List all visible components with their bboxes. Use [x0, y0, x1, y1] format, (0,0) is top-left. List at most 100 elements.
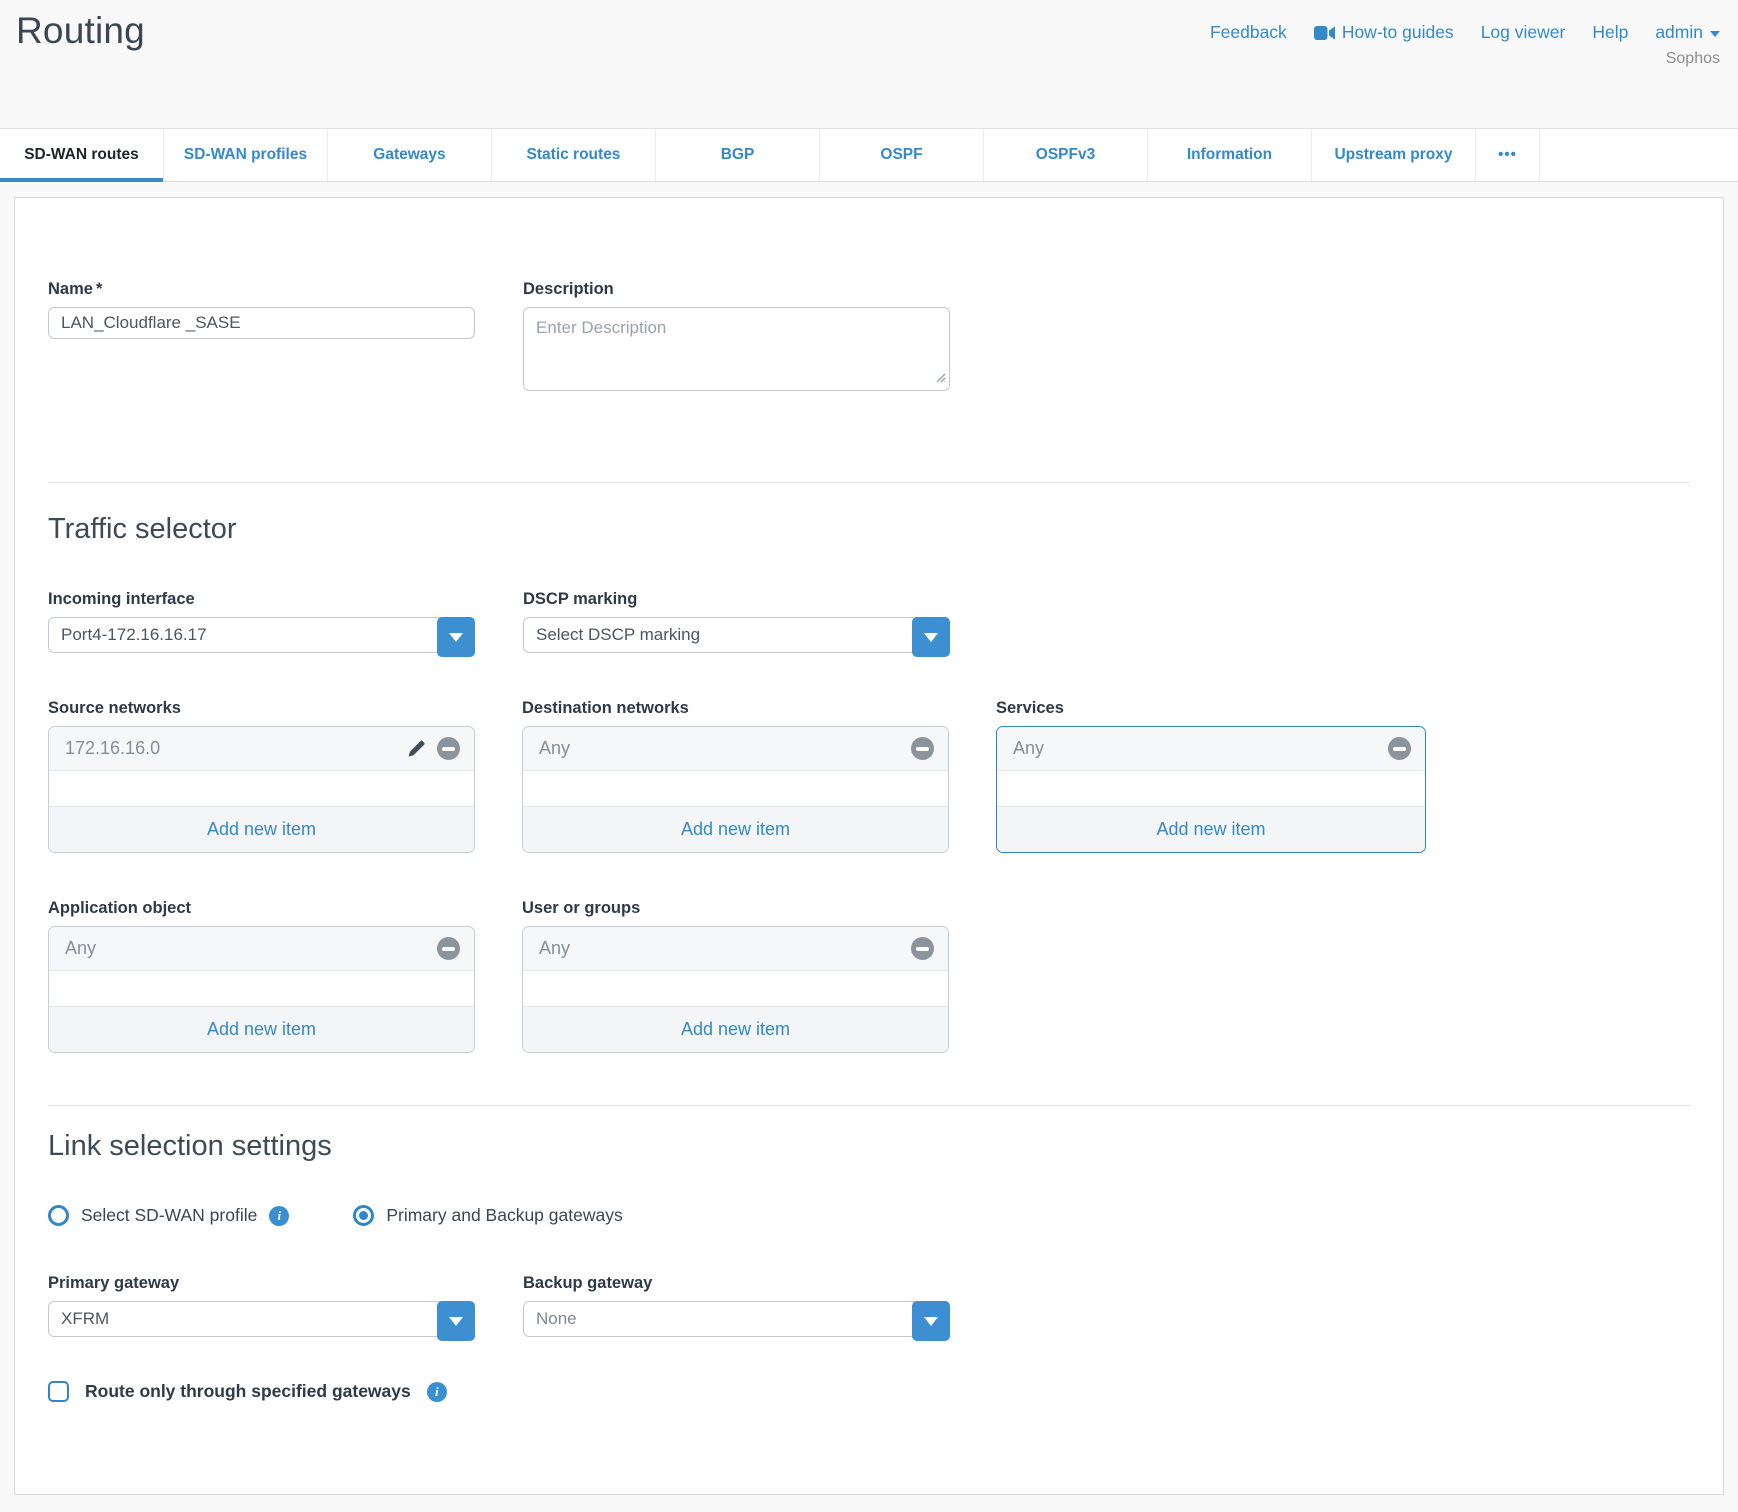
backup-gateway-label: Backup gateway [523, 1274, 950, 1293]
backup-gateway-select[interactable]: None [523, 1301, 950, 1337]
route-only-checkbox[interactable] [48, 1381, 69, 1402]
primary-gateway-value: XFRM [61, 1309, 109, 1329]
user-or-groups-label: User or groups [522, 899, 949, 918]
feedback-link-label: Feedback [1210, 22, 1287, 43]
tab-sd-wan-routes[interactable]: SD-WAN routes [0, 129, 164, 181]
incoming-interface-value: Port4-172.16.16.17 [61, 625, 207, 645]
add-row: Add new item [523, 1006, 948, 1052]
primary-gateway-field-group: Primary gateway XFRM [48, 1274, 475, 1337]
name-description-row: Name* Description [48, 280, 1690, 396]
list-item: 172.16.16.0 [49, 727, 474, 771]
chevron-down-icon [1710, 31, 1720, 37]
tab-sd-wan-profiles[interactable]: SD-WAN profiles [164, 129, 328, 181]
route-only-label: Route only through specified gateways [85, 1381, 411, 1402]
link-selection-radios: Select SD-WAN profilei Primary and Backup… [48, 1205, 1690, 1226]
route-only-row: Route only through specified gateways i [48, 1381, 1690, 1402]
tab-more[interactable]: ••• [1476, 129, 1540, 181]
list-item: Any [997, 727, 1425, 771]
add-row: Add new item [49, 806, 474, 852]
list-item: Any [523, 727, 948, 771]
description-label: Description [523, 280, 950, 299]
primary-and-backup-gateways-radio-label: Primary and Backup gateways [386, 1205, 622, 1226]
list-item-actions [1388, 737, 1411, 760]
incoming-interface-select[interactable]: Port4-172.16.16.17 [48, 617, 475, 653]
application-object-field-group: Application object Any Add new item [48, 899, 475, 1053]
name-input[interactable] [48, 307, 475, 339]
backup-gateway-field-group: Backup gateway None [523, 1274, 950, 1337]
help-link[interactable]: Help [1592, 22, 1628, 43]
empty-list-area [49, 971, 474, 1006]
chevron-down-icon[interactable] [912, 1301, 950, 1341]
source-networks-add-new-item-link[interactable]: Add new item [207, 819, 316, 840]
primary-and-backup-gateways-option: Primary and Backup gateways [353, 1205, 622, 1226]
page-title: Routing [16, 10, 145, 128]
tab-static-routes[interactable]: Static routes [492, 129, 656, 181]
chevron-down-icon[interactable] [912, 617, 950, 657]
brand-label: Sophos [1210, 50, 1720, 68]
tab-upstream-proxy[interactable]: Upstream proxy [1312, 129, 1476, 181]
help-link-label: Help [1592, 22, 1628, 43]
resize-grip-icon[interactable] [934, 370, 946, 388]
empty-list-area [523, 971, 948, 1006]
services-add-new-item-link[interactable]: Add new item [1156, 819, 1265, 840]
how-to-guides-link-label: How-to guides [1342, 22, 1454, 43]
log-viewer-link-label: Log viewer [1481, 22, 1566, 43]
user-or-groups-box: Any Add new item [522, 926, 949, 1053]
application-object-label: Application object [48, 899, 475, 918]
user-or-groups-add-new-item-link[interactable]: Add new item [681, 1019, 790, 1040]
remove-minus-icon[interactable] [437, 737, 460, 760]
feedback-link[interactable]: Feedback [1210, 22, 1287, 43]
remove-minus-icon[interactable] [437, 937, 460, 960]
primary-gateway-label: Primary gateway [48, 1274, 475, 1293]
incoming-interface-field-group: Incoming interface Port4-172.16.16.17 [48, 590, 475, 653]
info-icon[interactable]: i [427, 1382, 447, 1402]
primary-gateway-select[interactable]: XFRM [48, 1301, 475, 1337]
edit-pencil-icon[interactable] [406, 738, 427, 759]
empty-list-area [49, 771, 474, 806]
gateway-row: Primary gateway XFRM Backup gateway None [48, 1274, 1690, 1337]
list-item-value: Any [65, 938, 437, 959]
add-row: Add new item [997, 806, 1425, 852]
routing-page: Routing Feedback How-to guides Log viewer H… [0, 0, 1738, 1512]
admin-menu[interactable]: admin [1655, 22, 1720, 43]
application-object-add-new-item-link[interactable]: Add new item [207, 1019, 316, 1040]
user-or-groups-field-group: User or groups Any Add new item [522, 899, 949, 1053]
tab-ospfv3[interactable]: OSPFv3 [984, 129, 1148, 181]
list-item-value: Any [539, 738, 911, 759]
traffic-selector-boxes: Source networks172.16.16.0Add new itemDe… [48, 699, 1438, 1053]
tab-bgp[interactable]: BGP [656, 129, 820, 181]
log-viewer-link[interactable]: Log viewer [1481, 22, 1566, 43]
list-item-actions [437, 937, 460, 960]
dscp-marking-select[interactable]: Select DSCP marking [523, 617, 950, 653]
destination-networks-field-group: Destination networksAnyAdd new item [522, 699, 949, 853]
required-asterisk: * [96, 280, 102, 298]
list-item-actions [911, 937, 934, 960]
source-networks-field-group: Source networks172.16.16.0Add new item [48, 699, 475, 853]
destination-networks-box: Any Add new item [522, 726, 949, 853]
list-item-value: Any [1013, 738, 1388, 759]
list-item: Any [523, 927, 948, 971]
incoming-interface-label: Incoming interface [48, 590, 475, 609]
chevron-down-icon[interactable] [437, 1301, 475, 1341]
list-item-actions [406, 737, 460, 760]
remove-minus-icon[interactable] [911, 937, 934, 960]
destination-networks-add-new-item-link[interactable]: Add new item [681, 819, 790, 840]
tab-ospf[interactable]: OSPF [820, 129, 984, 181]
chevron-down-icon[interactable] [437, 617, 475, 657]
tab-information[interactable]: Information [1148, 129, 1312, 181]
select-sd-wan-profile-option: Select SD-WAN profilei [48, 1205, 289, 1226]
remove-minus-icon[interactable] [1388, 737, 1411, 760]
link-selection-heading: Link selection settings [48, 1130, 1690, 1163]
remove-minus-icon[interactable] [911, 737, 934, 760]
list-item-value: 172.16.16.0 [65, 738, 406, 759]
tab-gateways[interactable]: Gateways [328, 129, 492, 181]
header-right: Feedback How-to guides Log viewer Help admin… [1210, 10, 1720, 128]
primary-and-backup-gateways-radio[interactable] [353, 1205, 374, 1226]
services-box: Any Add new item [996, 726, 1426, 853]
header-links: Feedback How-to guides Log viewer Help admin [1210, 22, 1720, 43]
info-icon[interactable]: i [269, 1206, 289, 1226]
select-sd-wan-profile-radio[interactable] [48, 1205, 69, 1226]
how-to-guides-link[interactable]: How-to guides [1314, 22, 1454, 43]
description-textarea[interactable] [523, 307, 950, 391]
section-divider [48, 1105, 1690, 1106]
